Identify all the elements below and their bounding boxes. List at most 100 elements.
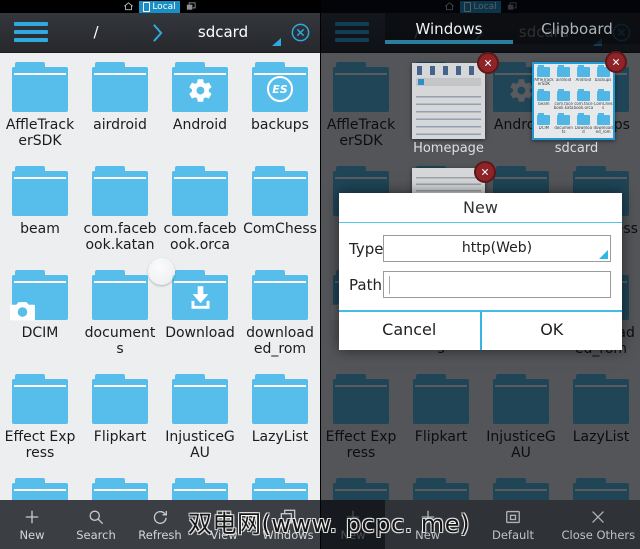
window-thumbnail-homepage[interactable]: [412, 63, 485, 139]
folder-item-dcim[interactable]: DCIM: [0, 270, 80, 374]
folder-icon: [172, 166, 228, 216]
tab-windows[interactable]: Windows: [385, 13, 513, 44]
folder-overlay-icon: [9, 300, 36, 322]
folder-item-com-facebook-katan[interactable]: com.facebook.katan: [80, 166, 160, 270]
folder-icon: [92, 166, 148, 216]
mini-folder-item-downloaded-rom: downloaded_rom: [593, 113, 613, 138]
folder-overlay-icon: [187, 77, 214, 104]
toolbar-item-close-others[interactable]: Close Others: [556, 500, 640, 549]
toolbar-item-new[interactable]: New: [0, 500, 64, 549]
mini-folder-label: beam: [538, 102, 550, 106]
folder-label: airdroid: [93, 117, 147, 133]
mini-folder-icon: [557, 89, 571, 101]
mini-folder-item-affletrackersdk: AffleTrackerSDK: [534, 65, 554, 91]
close-window-sdcard-button[interactable]: [605, 51, 627, 73]
folder-icon: [92, 478, 148, 500]
breadcrumb-current[interactable]: sdcard: [186, 13, 260, 52]
folder-item[interactable]: [160, 478, 240, 500]
folder-item-beam[interactable]: beam: [0, 166, 80, 270]
folder-label: Effect Express: [4, 429, 76, 461]
toolbar-item-refresh[interactable]: Refresh: [128, 500, 192, 549]
toolbar-item-default[interactable]: Default: [470, 500, 555, 549]
folder-item-documents[interactable]: documents: [80, 270, 160, 374]
toolbar-icon: [86, 507, 106, 527]
homepage-thumbnail-bar: [416, 78, 481, 86]
folder-icon: [252, 374, 308, 424]
folder-icon: [12, 166, 68, 216]
cancel-button[interactable]: Cancel: [339, 312, 480, 350]
multiwindow-icon: [185, 1, 197, 12]
folder-label: backups: [251, 117, 309, 133]
folder-item[interactable]: [0, 478, 80, 500]
mini-folder-item-airdroid: airdroid: [554, 65, 574, 91]
ok-button[interactable]: OK: [479, 312, 622, 350]
close-icon: [483, 58, 493, 68]
folder-item[interactable]: [240, 478, 320, 500]
close-icon: [611, 57, 621, 67]
folder-label: Android: [172, 117, 228, 133]
folder-item-airdroid[interactable]: airdroid: [80, 62, 160, 166]
gesture-dot[interactable]: [148, 258, 175, 285]
toolbar-item-label: Search: [76, 528, 116, 542]
mini-folder-label: com.facebook.orca: [573, 102, 594, 110]
tab-bar: Windows Clipboard: [385, 13, 640, 44]
folder-icon: [172, 478, 228, 500]
close-window-homepage-button[interactable]: [477, 52, 499, 74]
folder-icon: [92, 374, 148, 424]
folder-item-com-facebook-orca[interactable]: com.facebook.orca: [160, 166, 240, 270]
tab-clipboard[interactable]: Clipboard: [513, 13, 640, 44]
breadcrumb-separator-icon: [152, 23, 163, 43]
mini-folder-item-android: Android: [574, 65, 594, 91]
watermark: 双电网(www. pcpc. me): [188, 510, 470, 538]
path-label: Path: [349, 276, 382, 294]
folder-item-lazylist[interactable]: LazyList: [240, 374, 320, 478]
mini-folder-icon: [537, 89, 551, 101]
homepage-thumbnail-list: [416, 90, 481, 135]
folder-item-effect-express[interactable]: Effect Express: [0, 374, 80, 478]
folder-icon: [172, 270, 228, 320]
toolbar-icon: [150, 507, 170, 527]
folder-label: com.facebook.katan: [83, 221, 157, 253]
exit-view-button[interactable]: [290, 22, 311, 43]
folder-item-injusticegau[interactable]: InjusticeGAU: [160, 374, 240, 478]
mini-folder-label: com.facebook.katan: [553, 102, 574, 110]
path-bar: / sdcard: [0, 13, 320, 53]
mini-folder-icon: [596, 89, 610, 101]
dialog-title-divider: [339, 222, 622, 223]
folder-item-backups[interactable]: ES backups: [240, 62, 320, 166]
folder-item[interactable]: [80, 478, 160, 500]
toolbar-icon: [503, 507, 523, 527]
folder-item-affletrackersdk[interactable]: AffleTrackerSDK: [0, 62, 80, 166]
close-icon: [480, 167, 490, 177]
type-spinner[interactable]: http(Web): [383, 235, 611, 262]
mini-folder-label: ComChess: [593, 102, 613, 110]
status-bar: Local: [0, 0, 320, 13]
folder-icon: [172, 62, 228, 112]
breadcrumb-dropdown-icon[interactable]: [272, 38, 281, 46]
mini-folder-label: downloaded_rom: [593, 126, 613, 134]
spinner-corner-icon: [599, 250, 608, 259]
folder-item-download[interactable]: Download: [160, 270, 240, 374]
mini-folder-label: airdroid: [555, 78, 572, 82]
folder-item-flipkart[interactable]: Flipkart: [80, 374, 160, 478]
folder-icon: [12, 62, 68, 112]
type-value: http(Web): [461, 240, 533, 256]
menu-button[interactable]: [14, 22, 48, 43]
path-input[interactable]: [383, 271, 611, 298]
mini-folder-item-download: Download: [574, 113, 594, 138]
folder-item-downloaded-rom[interactable]: downloaded_rom: [240, 270, 320, 374]
folder-label: com.facebook.orca: [163, 221, 237, 253]
dialog-button-bar: Cancel OK: [339, 310, 622, 350]
folder-icon: [12, 270, 68, 320]
toolbar-item-search[interactable]: Search: [64, 500, 128, 549]
folder-item-comchess[interactable]: ComChess: [240, 166, 320, 270]
folder-label: Download: [165, 325, 235, 341]
close-window-partial-button[interactable]: [474, 161, 496, 183]
folder-item-android[interactable]: Android: [160, 62, 240, 166]
mini-folder-icon: [596, 113, 610, 125]
folder-label: downloaded_rom: [246, 325, 314, 357]
mini-folder-item-dcim: DCIM: [534, 113, 554, 138]
breadcrumb-root[interactable]: /: [66, 13, 126, 52]
window-thumbnail-sdcard[interactable]: AffleTrackerSDK airdroid Android backups…: [532, 62, 615, 140]
tab-label: Clipboard: [541, 19, 613, 38]
